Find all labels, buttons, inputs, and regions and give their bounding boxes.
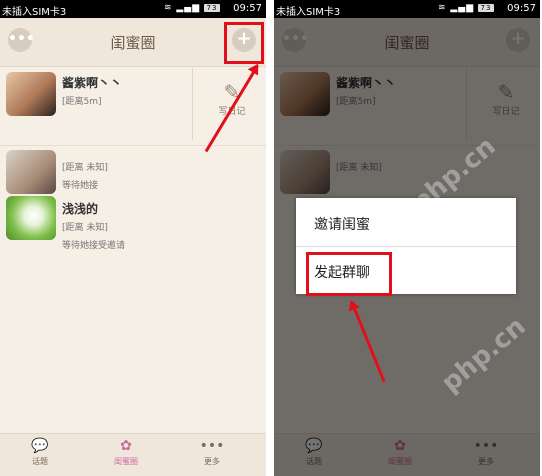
highlight-box — [306, 252, 392, 296]
menu-divider — [296, 246, 516, 247]
tab-label: 话题 — [32, 457, 48, 466]
chat-bubbles-icon: 💬 — [31, 438, 49, 454]
signal-icons: ≋ ▂▄▆ 73 — [164, 3, 220, 13]
bottom-tab-bar: 💬 话题 ✿ 闺蜜圈 ••• 更多 — [0, 433, 266, 476]
divider — [0, 145, 266, 146]
invite-friend-item[interactable]: 邀请闺蜜 — [314, 214, 370, 234]
battery-icon: 73 — [478, 4, 494, 12]
clock: 09:57 — [507, 3, 536, 14]
clock: 09:57 — [233, 3, 262, 14]
phone-screen-main: 未插入SIM卡3 ≋ ▂▄▆ 73 09:57 ••• 闺蜜圈 + 酱紫啊丶丶 … — [0, 0, 266, 476]
more-dots-icon: ••• — [199, 438, 225, 454]
carrier-label: 未插入SIM卡3 — [276, 7, 341, 18]
phone-screen-popup: 未插入SIM卡3 ≋ ▂▄▆ 73 09:57 ••• 闺蜜圈 + 酱紫啊丶丶 … — [274, 0, 540, 476]
status-bar: 未插入SIM卡3 ≋ ▂▄▆ 73 09:57 — [274, 0, 540, 18]
invite-status: 等待她接受邀请 — [62, 241, 126, 251]
invite-status: 等待她接 — [62, 181, 99, 191]
flower-icon: ✿ — [120, 438, 132, 454]
friend-name: 酱紫啊丶丶 — [62, 76, 123, 90]
avatar — [6, 196, 56, 240]
battery-icon: 73 — [204, 4, 220, 12]
avatar — [6, 72, 56, 116]
column-divider — [192, 68, 193, 140]
friend-distance: [距离 未知] — [62, 223, 108, 233]
friend-name: 浅浅的 — [62, 202, 99, 216]
friend-distance: [距离5m] — [62, 97, 102, 107]
friend-row[interactable]: [距离 未知] 等待她接 — [0, 148, 266, 194]
highlight-box — [224, 22, 264, 64]
avatar — [6, 150, 56, 194]
tab-label: 更多 — [204, 457, 220, 466]
carrier-label: 未插入SIM卡3 — [2, 7, 67, 18]
tab-circle[interactable]: ✿ 闺蜜圈 — [96, 438, 156, 467]
friend-distance: [距离 未知] — [62, 163, 108, 173]
pencil-icon: ✎ — [223, 80, 241, 104]
tab-topics[interactable]: 💬 话题 — [10, 438, 70, 467]
signal-icons: ≋ ▂▄▆ 73 — [438, 3, 494, 13]
tab-more[interactable]: ••• 更多 — [182, 438, 242, 467]
status-bar: 未插入SIM卡3 ≋ ▂▄▆ 73 09:57 — [0, 0, 266, 18]
friend-row[interactable]: 浅浅的 [距离 未知] 等待她接受邀请 — [0, 196, 266, 252]
tab-label: 闺蜜圈 — [114, 457, 138, 466]
